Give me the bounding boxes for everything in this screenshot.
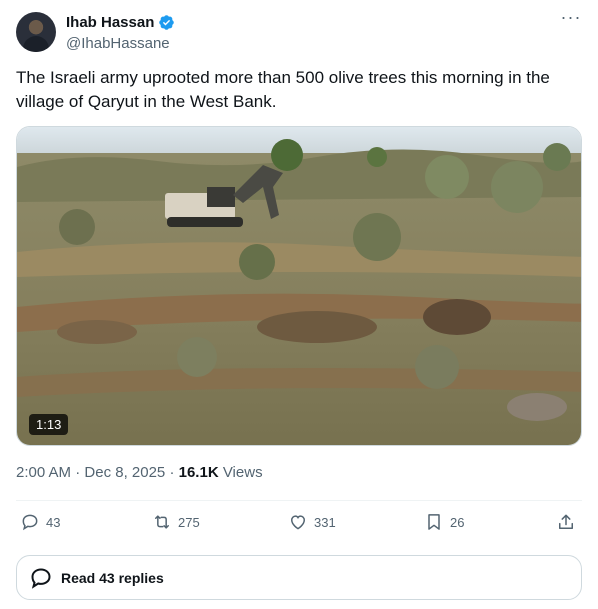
- meta-separator: ·: [75, 464, 85, 481]
- reply-bubble-icon: [31, 567, 51, 589]
- meta-separator: ·: [169, 464, 179, 481]
- tweet-date[interactable]: Dec 8, 2025: [84, 464, 165, 481]
- tweet-meta: 2:00 AM · Dec 8, 2025 · 16.1K Views: [16, 464, 263, 481]
- author-handle[interactable]: @IhabHassane: [66, 35, 170, 52]
- author-name-row: Ihab Hassan: [66, 14, 175, 31]
- tweet-header: Ihab Hassan @IhabHassane ···: [16, 8, 582, 54]
- action-bar: 43 275 331 26: [16, 510, 582, 540]
- repost-button[interactable]: 275: [152, 512, 200, 532]
- bookmark-button[interactable]: 26: [424, 512, 464, 532]
- more-options-icon[interactable]: ···: [560, 8, 582, 32]
- heart-icon: [290, 515, 306, 530]
- video-duration: 1:13: [29, 414, 69, 435]
- bookmark-count: 26: [450, 514, 465, 530]
- video-player[interactable]: 1:13: [16, 126, 582, 446]
- tweet-text: The Israeli army uprooted more than 500 …: [16, 68, 550, 111]
- divider: [16, 500, 582, 501]
- reply-icon: [22, 514, 38, 531]
- share-icon: [559, 514, 573, 529]
- read-replies-button[interactable]: Read 43 replies: [16, 555, 582, 600]
- author-name[interactable]: Ihab Hassan: [66, 14, 154, 31]
- like-button[interactable]: 331: [288, 512, 336, 532]
- avatar[interactable]: [16, 12, 56, 52]
- repost-count: 275: [178, 514, 200, 530]
- repost-icon: [155, 515, 169, 529]
- bookmark-icon: [428, 514, 440, 530]
- tweet-time[interactable]: 2:00 AM: [16, 464, 71, 481]
- reply-count: 43: [46, 514, 61, 530]
- views-label: Views: [222, 464, 263, 481]
- views-count: 16.1K: [178, 464, 219, 481]
- share-button[interactable]: [556, 512, 576, 532]
- video-thumbnail: [17, 127, 581, 445]
- reply-button[interactable]: 43: [20, 512, 60, 532]
- like-count: 331: [314, 514, 336, 530]
- verified-badge-icon: [158, 14, 175, 31]
- read-replies-label: Read 43 replies: [61, 569, 164, 586]
